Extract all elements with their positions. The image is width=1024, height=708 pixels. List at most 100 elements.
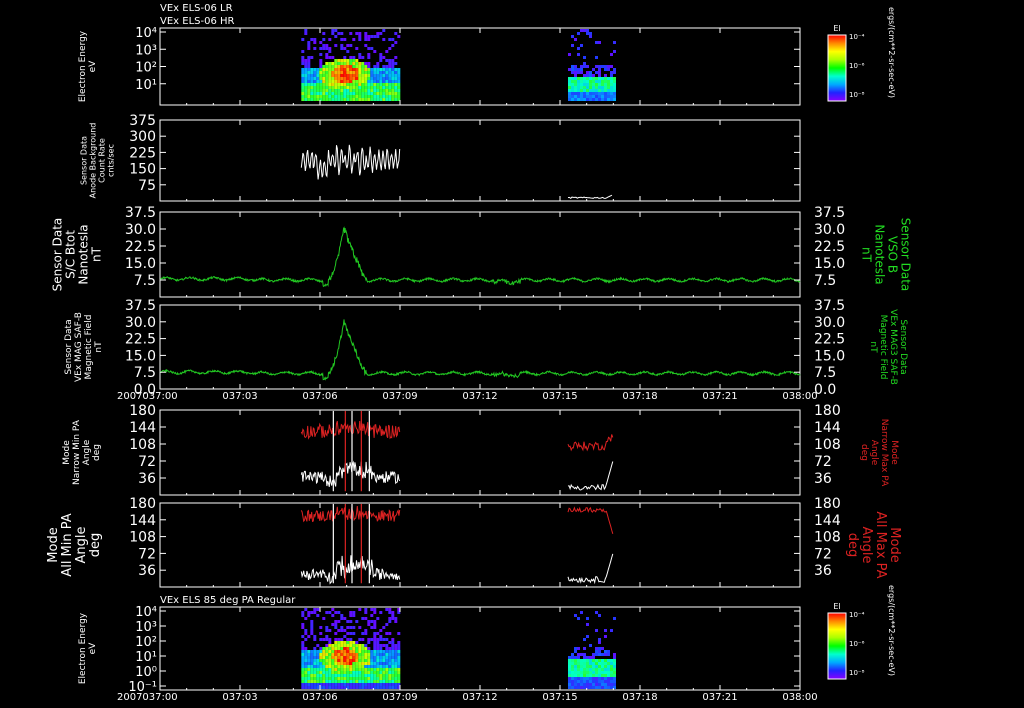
- y-tick-label: 10³: [135, 620, 157, 635]
- x-tick-label: 037:21: [702, 391, 737, 402]
- y-tick-label: 144: [129, 420, 156, 436]
- pitch-angle-y-label-1: deg: [88, 533, 103, 558]
- pitch-angle-y-label-0: Mode: [62, 440, 72, 465]
- y-tick-label: 180: [129, 496, 156, 512]
- pitch-angle-y-label-1: All Min PA: [60, 513, 75, 576]
- bfield-frame-0: [159, 211, 801, 298]
- y-tick-label-right: 37.5: [814, 205, 845, 221]
- pitch-angle-max-series-2-0: [567, 434, 614, 452]
- x-tick-label: 037:21: [702, 692, 737, 703]
- y-axis-label-0: Electron Energy: [78, 30, 88, 102]
- count-rate-y-label: Count Rate: [98, 138, 107, 183]
- x-tick-label: 037:03: [222, 692, 257, 703]
- y-tick-label: 10⁰: [135, 665, 157, 680]
- y-tick-label-right: 7.5: [814, 273, 836, 289]
- pitch-angle-right-label-0: Narrow Max PA: [879, 419, 889, 487]
- x-tick-label: 037:00: [142, 692, 177, 703]
- y-axis-label-0: eV: [88, 60, 98, 73]
- y-tick-label: 10¹: [135, 78, 157, 93]
- y-tick-label: 72: [138, 454, 156, 470]
- pitch-angle-right-label-1: Mode: [887, 527, 902, 562]
- y-tick-label-right: 37.5: [814, 298, 845, 314]
- x-tick-label: 038:00: [782, 692, 817, 703]
- colorbar-tick-label: 10⁻⁴: [849, 33, 865, 41]
- y-tick-label: 30.0: [125, 315, 156, 331]
- y-tick-label: 36: [138, 563, 156, 579]
- y-tick-label: 108: [129, 530, 156, 546]
- x-tick-label: 037:03: [222, 391, 257, 402]
- bfield-y-label-1: Magnetic Field: [84, 315, 94, 380]
- x-year-label: 2007: [117, 692, 142, 703]
- colorbar-tick-label: 10⁻⁶: [849, 62, 865, 70]
- y-tick-label-right: 144: [814, 513, 841, 529]
- y-tick-label: 37.5: [125, 205, 156, 221]
- pitch-angle-min-series-2-0: [567, 461, 614, 491]
- count-rate-y-label: Anode Background: [89, 123, 98, 199]
- pitch-angle-frame-1: [159, 502, 801, 588]
- x-tick-label: 037:06: [302, 692, 337, 703]
- y-tick-label-right: 30.0: [814, 315, 845, 331]
- y-tick-label: 75: [138, 178, 156, 194]
- y-axis-label-1: Electron Energy: [78, 612, 88, 684]
- y-tick-label-right: 108: [814, 437, 841, 453]
- y-tick-label: 10¹: [135, 650, 157, 665]
- header-line2: VEx ELS-06 HR: [160, 16, 235, 27]
- colorbar-unit-label: ergs/(cm**2-sr-sec-eV): [887, 585, 896, 676]
- count-rate-y-label: Sensor Data: [80, 136, 89, 185]
- pitch-angle-min-series-1: [300, 555, 401, 585]
- colorbar-tick-label: 10⁻⁴: [849, 611, 865, 619]
- y-tick-label: 225: [129, 145, 156, 161]
- bfield-right-label-0: VSO B: [886, 236, 900, 273]
- x-tick-label: 038:00: [782, 391, 817, 402]
- y-tick-label: 36: [138, 471, 156, 487]
- y-tick-label-right: 108: [814, 530, 841, 546]
- x-tick-label: 037:09: [382, 391, 417, 402]
- pitch-angle-right-label-1: Angle: [859, 527, 874, 564]
- colorbar-unit-label: ergs/(cm**2-sr-sec-eV): [887, 7, 896, 98]
- x-tick-label: 037:18: [622, 692, 657, 703]
- pitch-angle-frame-0: [159, 409, 801, 496]
- y-tick-label-right: 30.0: [814, 222, 845, 238]
- y-tick-label-right: 36: [814, 471, 832, 487]
- pitch-angle-right-label-0: deg: [859, 444, 869, 461]
- pitch-angle-min-series-2-1: [567, 553, 614, 585]
- pitch-angle-y-label-1: Angle: [74, 527, 89, 564]
- bfield-y-label-0: nT: [90, 246, 104, 262]
- count-rate-frame: [159, 119, 801, 202]
- y-tick-label: 7.5: [134, 273, 156, 289]
- y-tick-label-right: 180: [814, 496, 841, 512]
- y-tick-label: 300: [129, 129, 156, 145]
- pitch-angle-right-label-1: All Max PA: [873, 511, 888, 578]
- x-tick-label: 037:15: [542, 391, 577, 402]
- pitch-angle-y-label-0: Narrow Min PA: [72, 419, 82, 485]
- header-line1: VEx ELS-06 LR: [160, 3, 233, 14]
- bfield-y-label-0: Nanotesla: [77, 224, 91, 284]
- x-tick-label: 037:06: [302, 391, 337, 402]
- y-tick-label: 10²: [135, 61, 157, 76]
- x-tick-label: 037:12: [462, 692, 497, 703]
- y-tick-label-right: 15.0: [814, 256, 845, 272]
- heatmap-cells-0: [301, 29, 616, 101]
- bfield-y-label-1: VEx MAG SAF-B: [74, 312, 84, 382]
- plot-canvas: VEx ELS-06 LR VEx ELS-06 HR VEx ELS 85 deg…: [46, 3, 913, 703]
- count-rate-series-2: [567, 194, 613, 200]
- colorbar: [827, 612, 847, 680]
- bfield-right-label-1: Magnetic Field: [878, 315, 888, 380]
- colorbar: [827, 34, 847, 102]
- x-tick-label: 037:15: [542, 692, 577, 703]
- y-tick-label: 10⁴: [135, 605, 157, 620]
- bottom-panel-title: VEx ELS 85 deg PA Regular: [160, 595, 296, 606]
- y-tick-label: 375: [129, 113, 156, 129]
- bfield-right-label-0: nT: [860, 247, 874, 263]
- y-axis-label-1: eV: [88, 642, 98, 655]
- pitch-angle-max-series-0: [300, 420, 401, 440]
- y-tick-label: 180: [129, 403, 156, 419]
- y-tick-label: 22.5: [125, 332, 156, 348]
- pitch-angle-max-series-1: [300, 505, 401, 523]
- y-tick-label-right: 22.5: [814, 239, 845, 255]
- pitch-angle-right-label-0: Mode: [889, 440, 899, 465]
- y-tick-label-right: 144: [814, 420, 841, 436]
- x-tick-label: 037:09: [382, 692, 417, 703]
- bfield-y-label-1: Sensor Data: [64, 319, 74, 374]
- x-year-label: 2007: [117, 391, 142, 402]
